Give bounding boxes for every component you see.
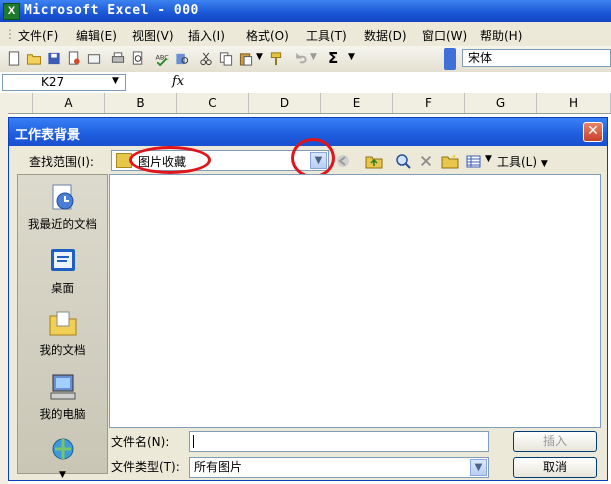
file-type-dropdown[interactable]: 所有图片 ▼ (189, 457, 489, 478)
save-icon[interactable] (46, 51, 62, 66)
excel-title-bar: X Microsoft Excel - 000 (0, 0, 611, 22)
dialog-title: 工作表背景 (15, 128, 81, 143)
function-icon[interactable]: fx (172, 74, 184, 89)
undo-dropdown-icon[interactable]: ▼ (310, 52, 317, 62)
views-icon[interactable] (465, 153, 483, 169)
column-header-c[interactable]: C (177, 93, 249, 113)
row-headers (0, 113, 8, 484)
column-header-g[interactable]: G (465, 93, 537, 113)
menu-file[interactable]: 文件(F) (18, 27, 58, 44)
new-folder-icon[interactable] (441, 153, 459, 169)
place-label-my-documents: 我的文档 (39, 343, 86, 357)
look-in-label: 查找范围(I): (29, 155, 94, 169)
menu-window[interactable]: 窗口(W) (422, 27, 467, 44)
permission-icon[interactable] (66, 51, 82, 66)
name-box-dropdown-icon[interactable]: ▼ (112, 76, 119, 86)
column-header-e[interactable]: E (321, 93, 393, 113)
search-web-icon[interactable] (395, 153, 411, 169)
back-icon[interactable] (335, 153, 351, 169)
menu-edit[interactable]: 编辑(E) (76, 27, 117, 44)
paste-icon[interactable] (238, 51, 254, 66)
column-header-a[interactable]: A (33, 93, 105, 113)
copy-icon[interactable] (218, 51, 234, 66)
annotation-oval (129, 146, 211, 174)
paste-dropdown-icon[interactable]: ▼ (256, 52, 263, 62)
cut-icon[interactable] (198, 51, 214, 66)
places-bar: 我最近的文档 桌面 我的文档 我的电脑 ▼ (17, 174, 108, 480)
close-button[interactable]: ✕ (583, 122, 603, 142)
research-icon[interactable] (174, 51, 190, 66)
cancel-button[interactable]: 取消 (513, 457, 597, 478)
place-my-computer[interactable]: 我的电脑 (18, 371, 107, 422)
place-my-documents[interactable]: 我的文档 (18, 307, 107, 358)
spelling-icon[interactable]: ABC (154, 51, 170, 66)
column-headers: A B C D E F G H (0, 93, 611, 114)
views-dropdown-icon[interactable]: ▼ (485, 154, 492, 164)
menu-bar: ⋮ 文件(F) 编辑(E) 视图(V) 插入(I) 格式(O) 工具(T) 数据… (0, 22, 611, 47)
delete-icon[interactable] (419, 153, 433, 169)
file-list[interactable] (109, 174, 601, 428)
menu-format[interactable]: 格式(O) (246, 27, 289, 44)
print-icon[interactable] (110, 51, 126, 66)
column-header-d[interactable]: D (249, 93, 321, 113)
tools-menu[interactable]: 工具(L) ▼ (497, 153, 548, 170)
file-type-dropdown-arrow[interactable]: ▼ (470, 459, 487, 476)
menu-grip: ⋮ (4, 27, 16, 41)
new-icon[interactable] (6, 51, 22, 66)
places-scroll-down-icon[interactable]: ▼ (18, 470, 107, 480)
recent-documents-icon (52, 184, 73, 210)
autosum-dropdown-icon[interactable]: ▼ (348, 52, 355, 62)
email-icon[interactable] (86, 51, 102, 66)
toolbar-options-icon[interactable] (444, 48, 456, 70)
svg-text:ABC: ABC (155, 53, 169, 61)
place-label-desktop: 桌面 (51, 281, 74, 295)
file-name-label: 文件名(N): (111, 435, 170, 449)
my-computer-icon (50, 374, 75, 400)
formula-bar: K27 ▼ fx (0, 72, 611, 94)
tools-label: 工具(L) (497, 155, 538, 169)
text-caret (193, 435, 194, 448)
up-one-level-icon[interactable] (365, 153, 383, 169)
annotation-circle (291, 138, 335, 178)
column-header-h[interactable]: H (537, 93, 611, 113)
menu-help[interactable]: 帮助(H) (480, 27, 522, 44)
place-recent-documents[interactable]: 我最近的文档 (18, 181, 107, 232)
window-title: Microsoft Excel - 000 (24, 3, 199, 18)
undo-icon[interactable] (292, 51, 308, 66)
network-places-icon (52, 438, 73, 460)
my-documents-icon (49, 311, 76, 336)
file-name-input[interactable] (189, 431, 489, 452)
column-header-f[interactable]: F (393, 93, 465, 113)
place-network[interactable]: ▼ (18, 435, 107, 480)
open-icon[interactable] (26, 51, 42, 66)
place-label-recent: 我最近的文档 (28, 217, 97, 231)
menu-view[interactable]: 视图(V) (132, 27, 174, 44)
excel-app-icon: X (3, 3, 20, 20)
menu-data[interactable]: 数据(D) (364, 27, 407, 44)
print-preview-icon[interactable] (130, 51, 146, 66)
format-painter-icon[interactable] (268, 51, 284, 66)
menu-tools[interactable]: 工具(T) (306, 27, 347, 44)
autosum-icon[interactable]: Σ (328, 49, 338, 67)
column-header-b[interactable]: B (105, 93, 177, 113)
insert-button[interactable]: 插入 (513, 431, 597, 452)
desktop-icon (50, 249, 75, 271)
file-type-label: 文件类型(T): (111, 460, 180, 474)
name-box[interactable]: K27 (2, 74, 126, 91)
place-desktop[interactable]: 桌面 (18, 245, 107, 296)
worksheet-background-dialog: 工作表背景 ✕ 查找范围(I): 图片收藏 ▼ ▼ 工具(L) ▼ 我最近的文档… (8, 117, 608, 481)
place-label-my-computer: 我的电脑 (39, 407, 86, 421)
select-all-corner[interactable] (0, 93, 33, 113)
file-type-value: 所有图片 (194, 460, 243, 474)
font-name-field[interactable]: 宋体 (462, 49, 611, 67)
menu-insert[interactable]: 插入(I) (188, 27, 225, 44)
